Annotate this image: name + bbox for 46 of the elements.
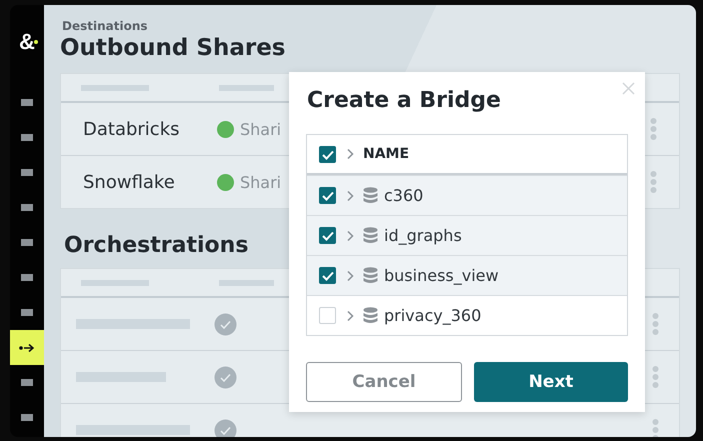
share-name: Databricks bbox=[83, 118, 181, 140]
chevron-right-icon[interactable] bbox=[346, 148, 354, 160]
more-icon[interactable] bbox=[652, 312, 659, 336]
next-button[interactable]: Next bbox=[474, 362, 628, 402]
chevron-right-icon[interactable] bbox=[346, 310, 354, 322]
table-name: privacy_360 bbox=[384, 306, 482, 325]
nav-item-active[interactable] bbox=[10, 330, 44, 365]
column-header: NAME bbox=[363, 146, 410, 162]
checkbox[interactable] bbox=[319, 187, 336, 204]
database-icon bbox=[363, 187, 378, 204]
checkbox[interactable] bbox=[319, 227, 336, 244]
more-icon[interactable] bbox=[652, 418, 659, 437]
share-name: Snowflake bbox=[83, 172, 176, 192]
more-icon[interactable] bbox=[650, 117, 657, 141]
breadcrumb[interactable]: Destinations bbox=[62, 19, 680, 33]
cancel-button[interactable]: Cancel bbox=[306, 362, 462, 402]
share-status: Shari bbox=[240, 120, 282, 138]
database-icon bbox=[363, 307, 378, 324]
status-dot bbox=[217, 174, 234, 190]
arrow-icon[interactable] bbox=[19, 342, 35, 352]
checkbox[interactable] bbox=[319, 267, 336, 284]
dialog-title: Create a Bridge bbox=[307, 87, 502, 115]
skeleton-bar bbox=[81, 280, 149, 286]
skeleton-bar bbox=[81, 84, 149, 90]
more-icon[interactable] bbox=[650, 170, 657, 194]
database-icon bbox=[363, 227, 378, 244]
check-circle-icon bbox=[214, 366, 237, 388]
chevron-right-icon[interactable] bbox=[346, 270, 354, 282]
chevron-right-icon[interactable] bbox=[346, 230, 354, 242]
database-icon bbox=[363, 267, 378, 284]
more-icon[interactable] bbox=[652, 365, 659, 389]
share-status: Shari bbox=[240, 172, 282, 192]
check-circle-icon bbox=[214, 312, 237, 336]
checkbox[interactable] bbox=[319, 146, 336, 162]
skeleton-bar bbox=[219, 84, 274, 90]
logo: & bbox=[19, 29, 35, 55]
table-name: business_view bbox=[384, 266, 499, 285]
page-title: Outbound Shares bbox=[60, 35, 286, 61]
close-icon[interactable] bbox=[622, 82, 635, 95]
table-name: c360 bbox=[384, 186, 424, 205]
status-dot bbox=[217, 120, 234, 138]
section-title: Orchestrations bbox=[64, 233, 248, 258]
checkbox[interactable] bbox=[319, 307, 336, 324]
chevron-right-icon[interactable] bbox=[346, 190, 354, 202]
table-name: id_graphs bbox=[384, 226, 462, 245]
skeleton-bar bbox=[219, 280, 274, 286]
